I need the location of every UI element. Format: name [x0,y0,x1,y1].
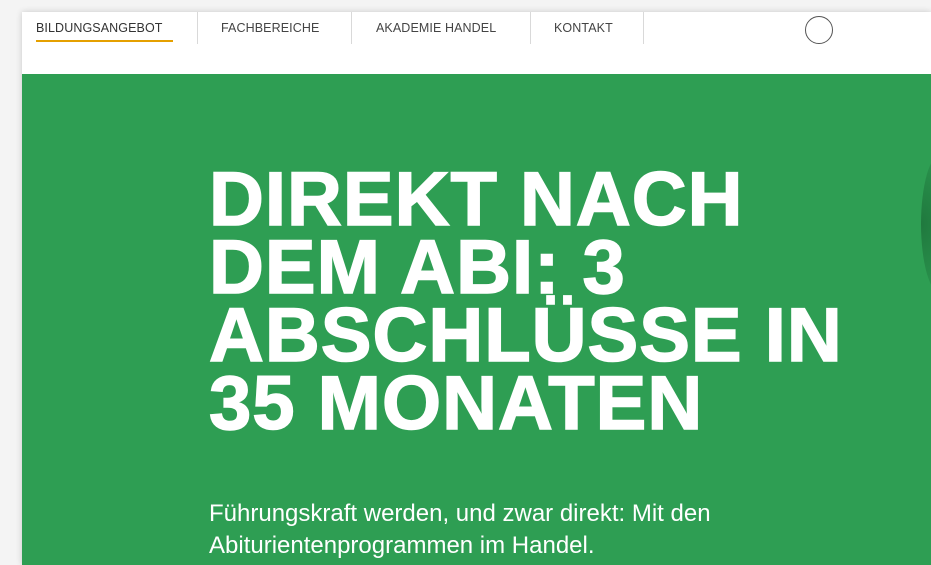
headline-line: 35 MONATEN [208,361,704,446]
hero-banner: DIREKT NACH DEM ABI: 3 ABSCHLÜSSE IN 35 … [22,74,931,565]
subline-line: Abiturientenprogrammen im Handel. [209,532,595,559]
headline-line: DIREKT NACH [208,157,744,242]
hero-subline: Führungskraft werden, und zwar direkt: M… [209,498,889,562]
nav-item-fachbereiche[interactable]: FACHBEREICHE [221,12,319,44]
nav-item-label: AKADEMIE HANDEL [376,21,497,35]
headline-line: ABSCHLÜSSE IN [208,293,843,378]
nav-divider [530,12,531,44]
nav-divider [351,12,352,44]
nav-item-label: FACHBEREICHE [221,21,320,35]
headline-line: DEM ABI: 3 [208,225,626,310]
browser-viewport: BILDUNGSANGEBOT FACHBEREICHE AKADEMIE HA… [22,12,931,565]
hero-headline: DIREKT NACH DEM ABI: 3 ABSCHLÜSSE IN 35 … [208,157,931,446]
nav-item-kontakt[interactable]: KONTAKT [554,12,613,44]
nav-item-label: KONTAKT [554,21,613,35]
page: BILDUNGSANGEBOT FACHBEREICHE AKADEMIE HA… [0,0,931,565]
nav-divider [643,12,644,44]
main-navigation: BILDUNGSANGEBOT FACHBEREICHE AKADEMIE HA… [22,12,931,74]
nav-divider [197,12,198,44]
search-circle-icon[interactable] [805,16,833,44]
nav-item-label: BILDUNGSANGEBOT [36,21,163,35]
nav-item-akademie-handel[interactable]: AKADEMIE HANDEL [376,12,496,44]
subline-line: Führungskraft werden, und zwar direkt: M… [209,500,711,527]
active-nav-indicator [36,40,173,42]
